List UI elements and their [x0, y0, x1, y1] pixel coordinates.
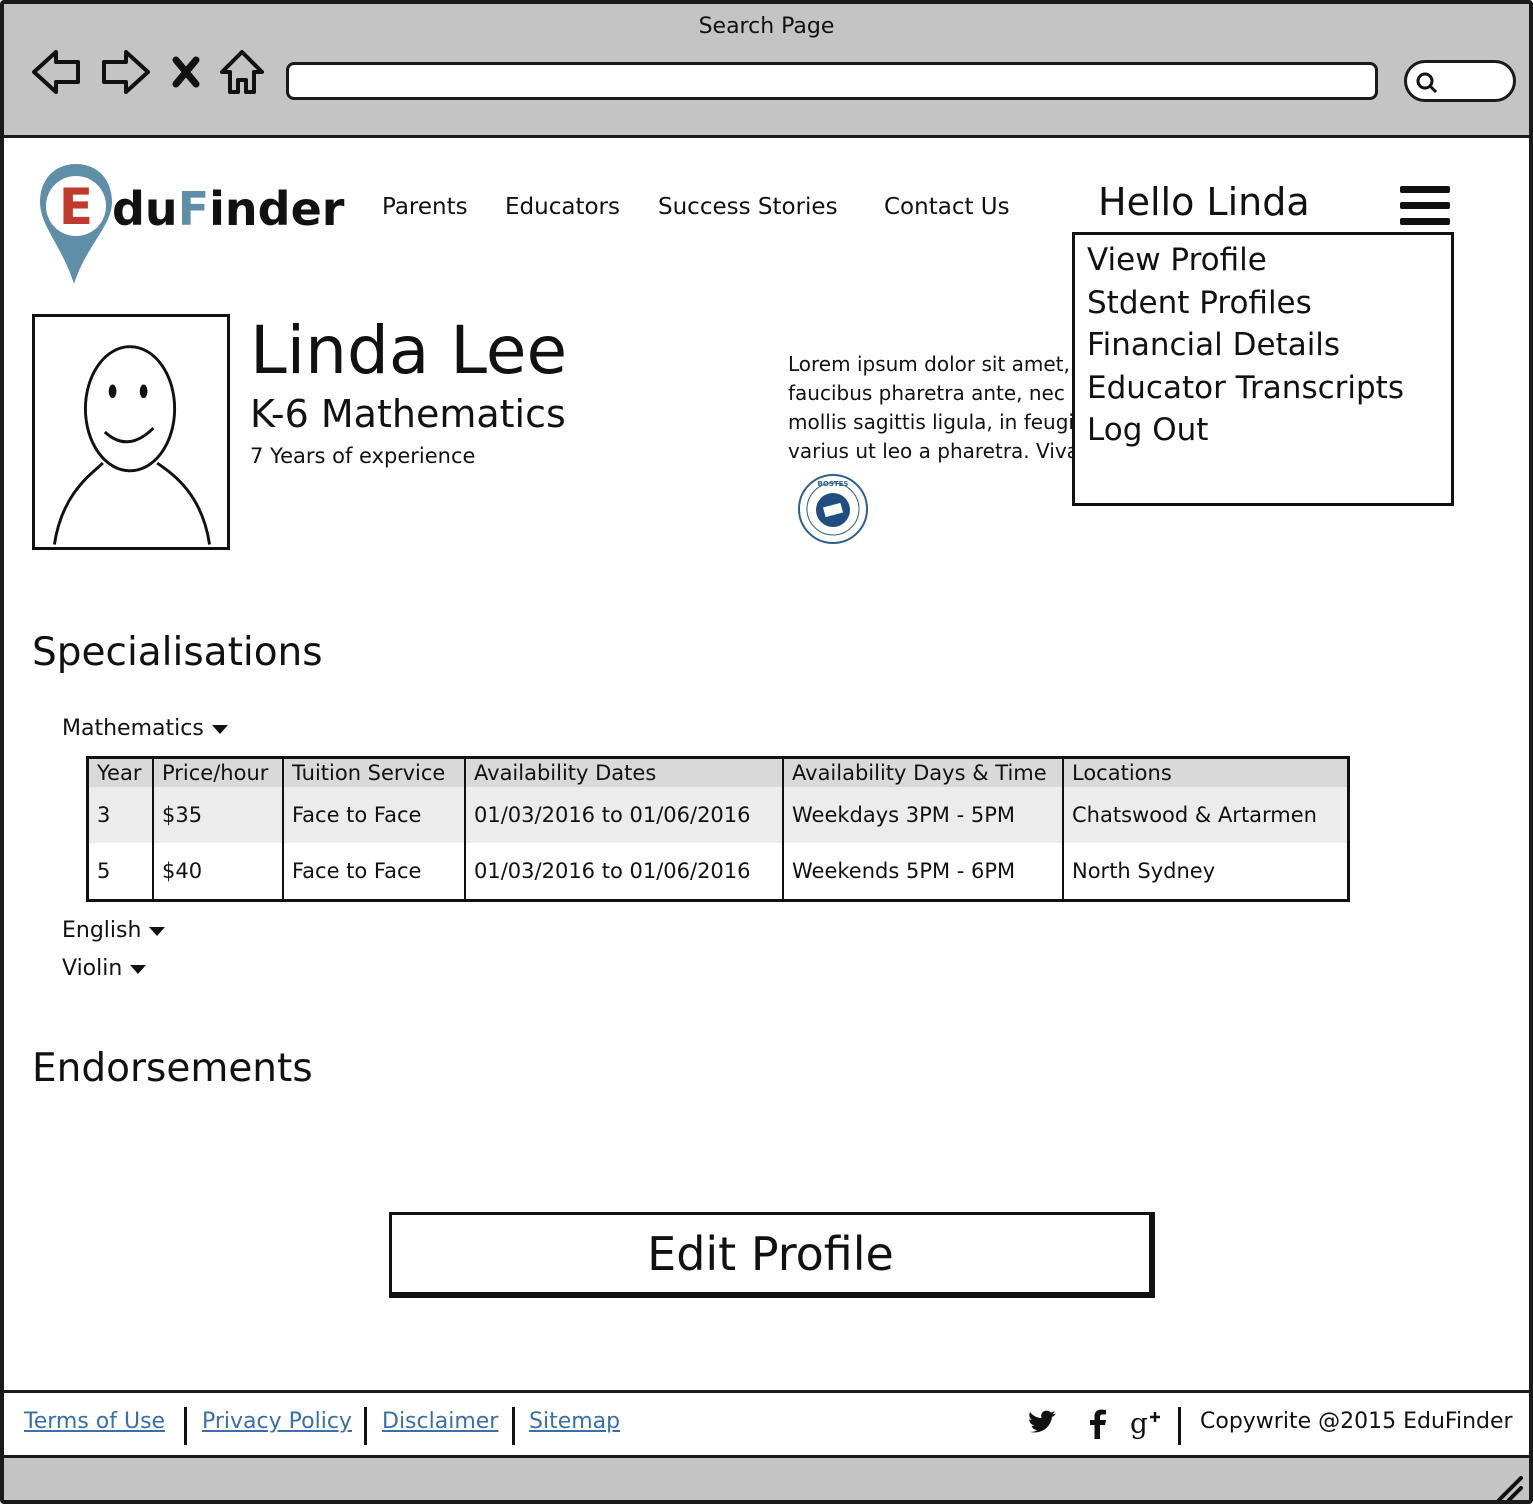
column-header: Year — [89, 759, 154, 787]
svg-text:E: E — [59, 178, 93, 236]
table-cell: 5 — [89, 843, 154, 899]
hamburger-menu-icon[interactable] — [1400, 186, 1450, 232]
column-header: Tuition Service — [283, 759, 466, 787]
search-icon — [1416, 72, 1438, 94]
window-title: Search Page — [698, 14, 835, 39]
svg-text:g: g — [1130, 1407, 1148, 1440]
twitter-icon[interactable] — [1026, 1407, 1058, 1441]
menu-item-log-out[interactable]: Log Out — [1087, 409, 1439, 452]
brand-name: duFinder — [112, 182, 345, 236]
footer-divider — [364, 1407, 367, 1445]
footer-link-terms[interactable]: Terms of Use — [24, 1409, 165, 1434]
nav-contact-us[interactable]: Contact Us — [884, 194, 1010, 220]
table-cell: Weekdays 3PM - 5PM — [783, 787, 1064, 843]
table-cell: Weekends 5PM - 6PM — [783, 843, 1064, 899]
teaching-council-seal-icon: BOSTES — [798, 474, 868, 544]
table-header-row: Year Price/hour Tuition Service Availabi… — [89, 759, 1347, 787]
user-greeting: Hello Linda — [1098, 180, 1310, 224]
nav-educators[interactable]: Educators — [505, 194, 620, 220]
toggle-label: Violin — [62, 956, 123, 981]
table-cell: 01/03/2016 to 01/06/2016 — [465, 843, 784, 899]
menu-item-financial-details[interactable]: Financial Details — [1087, 324, 1439, 367]
column-header: Availability Dates — [465, 759, 784, 787]
resize-grip-icon[interactable] — [1493, 1472, 1523, 1502]
browser-chrome: Search Page — [4, 4, 1529, 138]
table-cell: 01/03/2016 to 01/06/2016 — [465, 787, 784, 843]
table-row[interactable]: 3 $35 Face to Face 01/03/2016 to 01/06/2… — [89, 787, 1347, 843]
caret-down-icon — [211, 724, 228, 734]
page-footer: Terms of Use Privacy Policy Disclaimer S… — [4, 1390, 1529, 1458]
table-cell: 3 — [89, 787, 154, 843]
home-icon[interactable] — [218, 46, 266, 98]
table-cell: Face to Face — [283, 787, 466, 843]
specialisation-table: Year Price/hour Tuition Service Availabi… — [86, 756, 1350, 902]
profile-avatar — [32, 314, 230, 550]
browser-search-field[interactable] — [1404, 60, 1516, 102]
menu-item-view-profile[interactable]: View Profile — [1087, 239, 1439, 282]
table-cell: $35 — [153, 787, 284, 843]
toggle-label: English — [62, 918, 142, 943]
address-bar[interactable] — [286, 62, 1378, 100]
footer-link-sitemap[interactable]: Sitemap — [529, 1409, 620, 1434]
menu-item-educator-transcripts[interactable]: Educator Transcripts — [1087, 367, 1439, 410]
footer-divider — [512, 1407, 515, 1445]
table-row[interactable]: 5 $40 Face to Face 01/03/2016 to 01/06/2… — [89, 843, 1347, 899]
profile-name: Linda Lee — [250, 312, 568, 389]
user-dropdown-menu: View Profile Stdent Profiles Financial D… — [1072, 232, 1454, 506]
specialisation-toggle-english[interactable]: English — [62, 918, 166, 943]
caret-down-icon — [130, 964, 147, 974]
table-cell: $40 — [153, 843, 284, 899]
nav-success-stories[interactable]: Success Stories — [658, 194, 838, 220]
profile-experience: 7 Years of experience — [250, 444, 476, 468]
edit-profile-button[interactable]: Edit Profile — [389, 1212, 1155, 1298]
user-avatar-icon — [52, 345, 211, 545]
caret-down-icon — [149, 926, 166, 936]
table-cell: Face to Face — [283, 843, 466, 899]
footer-copyright: Copywrite @2015 EduFinder — [1200, 1409, 1513, 1434]
specialisation-toggle-violin[interactable]: Violin — [62, 956, 147, 981]
back-arrow-icon[interactable] — [30, 46, 84, 98]
facebook-icon[interactable] — [1082, 1407, 1114, 1441]
footer-divider — [1178, 1407, 1181, 1445]
google-plus-icon[interactable]: g — [1128, 1407, 1164, 1441]
browser-window: Search Page E duFinder Parents Educators… — [0, 0, 1533, 1504]
column-header: Locations — [1063, 759, 1347, 787]
forward-arrow-icon[interactable] — [98, 46, 152, 98]
footer-divider — [184, 1407, 187, 1445]
menu-item-student-profiles[interactable]: Stdent Profiles — [1087, 282, 1439, 325]
browser-status-bar — [4, 1458, 1529, 1502]
profile-subject: K-6 Mathematics — [250, 392, 566, 436]
specialisations-heading: Specialisations — [32, 630, 323, 675]
edufinder-logo[interactable]: E duFinder — [36, 160, 344, 290]
footer-link-disclaimer[interactable]: Disclaimer — [382, 1409, 498, 1434]
footer-link-privacy[interactable]: Privacy Policy — [202, 1409, 352, 1434]
specialisation-toggle-mathematics[interactable]: Mathematics — [62, 716, 228, 741]
table-cell: Chatswood & Artarmen — [1063, 787, 1347, 843]
column-header: Price/hour — [153, 759, 284, 787]
location-pin-icon: E — [40, 164, 112, 284]
close-icon[interactable] — [164, 46, 208, 98]
svg-text:BOSTES: BOSTES — [818, 480, 849, 488]
nav-parents[interactable]: Parents — [382, 194, 468, 220]
column-header: Availability Days & Time — [783, 759, 1064, 787]
toggle-label: Mathematics — [62, 716, 204, 741]
table-cell: North Sydney — [1063, 843, 1347, 899]
endorsements-heading: Endorsements — [32, 1046, 313, 1091]
